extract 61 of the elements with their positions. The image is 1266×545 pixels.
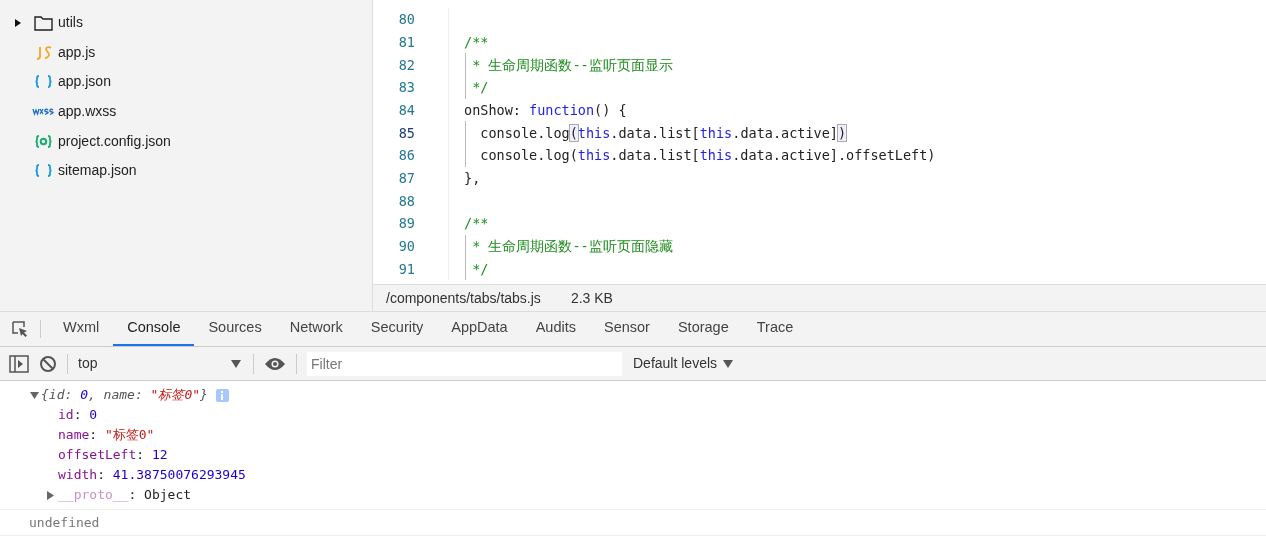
line-number: 83 — [397, 78, 415, 98]
property-line: name: "标签0" — [58, 426, 155, 445]
devtools-tab[interactable]: Network — [275, 312, 357, 346]
devtools-tab[interactable]: AppData — [437, 312, 522, 346]
filter-field[interactable]: Filter — [307, 351, 622, 376]
line-number: 86 — [397, 146, 415, 166]
code-line: }, — [464, 169, 481, 189]
devtools-tab[interactable]: Security — [356, 312, 438, 346]
devtools-tab[interactable]: Sources — [194, 312, 276, 346]
code-line: */ — [471, 259, 489, 279]
property-line: offsetLeft: 12 — [58, 446, 168, 465]
code-line: * 生命周期函数--监听页面显示 — [471, 55, 673, 75]
line-number: 84 — [397, 100, 415, 120]
context-dropdown[interactable]: top — [78, 353, 243, 374]
property-line: __proto__: Object — [58, 486, 192, 505]
property-line: id: 0 — [58, 406, 98, 425]
tree-item[interactable]: app.js — [0, 37, 372, 68]
folder-icon — [33, 14, 53, 32]
tree-item[interactable]: utils — [0, 8, 372, 38]
code-line: /** — [464, 214, 489, 234]
expand-arrow-icon[interactable] — [30, 390, 39, 400]
braces-icon — [33, 73, 53, 91]
code-line: */ — [471, 78, 489, 98]
code-line: /** — [464, 32, 489, 52]
config-file-icon — [33, 132, 53, 150]
sidebar-toggle-icon[interactable] — [9, 354, 29, 373]
clear-icon[interactable] — [39, 354, 57, 373]
line-number: 89 — [397, 214, 415, 234]
expand-arrow-icon[interactable] — [46, 490, 55, 500]
file-path: /components/tabs/tabs.js — [386, 288, 541, 308]
levels-dropdown[interactable]: Default levels — [633, 353, 734, 374]
line-number: 87 — [397, 169, 415, 189]
devtools-tab[interactable]: Wxml — [49, 312, 114, 346]
devtools-tab[interactable]: Trace — [742, 312, 808, 346]
tree-item[interactable]: project.config.json — [0, 126, 372, 156]
file-size: 2.3 KB — [570, 288, 613, 308]
braces-icon — [33, 162, 53, 180]
line-number: 80 — [397, 10, 415, 30]
code-line: * 生命周期函数--监听页面隐藏 — [471, 237, 673, 257]
devtools-tab[interactable]: Sensor — [590, 312, 664, 346]
line-number: 88 — [397, 191, 415, 211]
devtools-tab[interactable]: Storage — [663, 312, 743, 346]
line-number: 82 — [397, 55, 415, 75]
object-preview: {id: 0, name: "标签0"} — [41, 386, 208, 405]
eye-icon[interactable] — [264, 356, 286, 371]
tree-item[interactable]: app.json — [0, 67, 372, 97]
inspect-icon[interactable] — [11, 320, 29, 338]
code-line: console.log(this.data.list[this.data.active]) — [479, 123, 847, 143]
tree-item[interactable]: sitemap.json — [0, 155, 372, 186]
line-number: 85 — [397, 123, 415, 143]
caret-icon — [231, 359, 241, 368]
code-line: console.log(this.data.list[this.data.active].offsetLeft) — [479, 146, 936, 166]
property-line: width: 41.38750076293945 — [58, 466, 246, 485]
devtools-tab[interactable]: Audits — [521, 312, 590, 346]
line-number: 90 — [397, 237, 415, 257]
caret-icon — [723, 359, 734, 368]
tree-item[interactable]: app.wxss — [0, 96, 372, 127]
result-text: undefined — [29, 513, 100, 532]
line-number: 81 — [397, 32, 415, 52]
code-line: onShow: function() { — [464, 100, 627, 120]
line-number: 91 — [397, 259, 415, 279]
